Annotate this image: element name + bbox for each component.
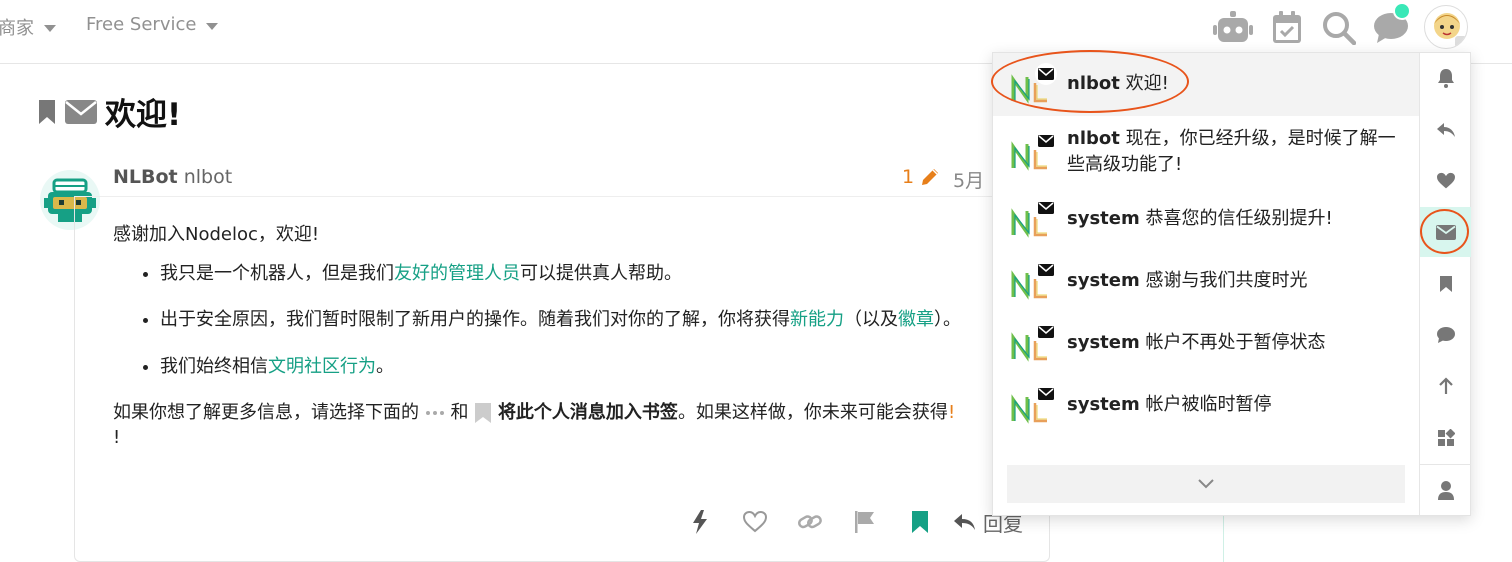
arrow-up-icon [1438, 377, 1453, 394]
envelope-icon [1035, 130, 1057, 152]
nodeloc-logo-icon [1009, 321, 1057, 363]
user-icon [1437, 481, 1454, 500]
nodeloc-logo-icon [1009, 259, 1057, 301]
notification-dot [1393, 2, 1411, 20]
post-bullets: 我只是一个机器人，但是我们友好的管理人员可以提供真人帮助。 出于安全原因，我们暂… [160, 261, 993, 379]
envelope-icon [1035, 259, 1057, 281]
tab-bookmarks[interactable] [1420, 259, 1471, 309]
notification-item[interactable]: system 帐户被临时暂停 [993, 374, 1419, 436]
heart-icon [742, 511, 767, 533]
notification-rail [1419, 53, 1471, 515]
notifications-panel: nlbot 欢迎! nlbot 现在，你已经升级，是时候了解一些高级功能了! s… [992, 52, 1471, 516]
reply-icon [954, 514, 975, 530]
search-icon[interactable] [1319, 8, 1359, 48]
comment-icon [1436, 327, 1455, 343]
show-more-button[interactable] [1007, 465, 1405, 503]
page-title: 欢迎! [37, 89, 181, 134]
civilized-link[interactable]: 文明社区行为 [268, 356, 376, 377]
tab-all-notifications[interactable] [1420, 53, 1471, 103]
nav-free-service-label: Free Service [86, 14, 197, 35]
post-outro: 如果你想了解更多信息，请选择下面的 和 将此个人消息加入书签。如果这样做，你未来… [113, 401, 956, 448]
like-button[interactable] [727, 506, 782, 538]
link-icon [797, 515, 822, 529]
avatar[interactable] [1424, 5, 1468, 49]
topic-title-text: 欢迎! [105, 97, 182, 133]
nodeloc-logo-icon [1009, 130, 1057, 172]
tab-likes[interactable] [1420, 156, 1471, 206]
bookmark-icon [911, 511, 928, 533]
bookmark-button[interactable] [892, 506, 947, 538]
tab-widgets[interactable] [1420, 413, 1471, 463]
moderators-link[interactable]: 友好的管理人员 [394, 263, 520, 284]
highlight-ring-notification [991, 50, 1189, 113]
notification-item[interactable]: system 感谢与我们共度时光 [993, 250, 1419, 312]
nav-merchants[interactable]: 商家 [0, 14, 56, 40]
bookmark-icon [39, 99, 55, 124]
highlight-ring-messages-tab [1420, 209, 1469, 254]
chevron-down-icon [1198, 479, 1214, 489]
post-body: 感谢加入Nodeloc，欢迎! 我只是一个机器人，但是我们友好的管理人员可以提供… [113, 222, 993, 464]
post-intro: 感谢加入Nodeloc，欢迎! [113, 224, 320, 245]
tab-profile[interactable] [1420, 465, 1471, 515]
reply-icon [1436, 123, 1455, 137]
notification-item[interactable]: nlbot 现在，你已经升级，是时候了解一些高级功能了! [993, 116, 1419, 188]
lightning-icon [692, 510, 707, 534]
bookmark-icon [475, 402, 492, 423]
edit-history-button[interactable]: 1 [902, 166, 940, 188]
envelope-icon [65, 99, 97, 124]
notification-item[interactable]: system 帐户不再处于暂停状态 [993, 312, 1419, 374]
copy-link-button[interactable] [782, 506, 837, 538]
widgets-icon [1437, 429, 1455, 446]
envelope-icon [1035, 383, 1057, 405]
flag-button[interactable] [837, 506, 892, 538]
nav-merchants-label: 商家 [0, 18, 34, 39]
calendar-check-icon[interactable] [1267, 8, 1307, 48]
edit-count: 1 [902, 166, 915, 188]
author-username[interactable]: nlbot [184, 166, 232, 188]
pencil-icon [922, 169, 939, 185]
post-actions: 回复 [672, 506, 1023, 538]
flag-icon [854, 511, 874, 533]
heart-icon [1436, 172, 1455, 189]
notification-text: system 帐户不再处于暂停状态 [1067, 331, 1326, 353]
list-item: 我只是一个机器人，但是我们友好的管理人员可以提供真人帮助。 [160, 261, 993, 286]
notification-text: system 感谢与我们共度时光 [1067, 269, 1308, 291]
notification-text: system 帐户被临时暂停 [1067, 393, 1272, 415]
boost-button[interactable] [672, 506, 727, 538]
list-item: 出于安全原因，我们暂时限制了新用户的操作。随着我们对你的了解，你将获得新能力（以… [160, 307, 993, 332]
bell-icon [1437, 69, 1454, 88]
post-author[interactable]: NLBot nlbot [113, 166, 232, 188]
notification-text: nlbot 现在，你已经升级，是时候了解一些高级功能了! [1067, 127, 1396, 175]
new-abilities-link[interactable]: 新能力 [790, 309, 844, 330]
tab-new-topics[interactable] [1420, 361, 1471, 411]
envelope-icon [1035, 197, 1057, 219]
chevron-down-icon [206, 22, 219, 30]
list-item: 我们始终相信文明社区行为。 [160, 354, 993, 379]
nodeloc-logo-icon [1009, 383, 1057, 425]
nav-free-service[interactable]: Free Service [86, 14, 219, 35]
author-name[interactable]: NLBot [113, 166, 178, 188]
bookmark-icon [1439, 276, 1452, 292]
ellipsis-icon [425, 410, 444, 415]
notification-item[interactable]: system 恭喜您的信任级别提升! [993, 188, 1419, 250]
envelope-icon [1035, 321, 1057, 343]
nodeloc-logo-icon [1009, 197, 1057, 239]
chevron-down-icon [44, 25, 56, 32]
robot-icon[interactable] [1213, 8, 1253, 48]
tab-chat[interactable] [1420, 310, 1471, 360]
notification-text: system 恭喜您的信任级别提升! [1067, 207, 1333, 229]
badges-link[interactable]: 徽章 [898, 309, 934, 330]
tab-replies[interactable] [1420, 105, 1471, 155]
